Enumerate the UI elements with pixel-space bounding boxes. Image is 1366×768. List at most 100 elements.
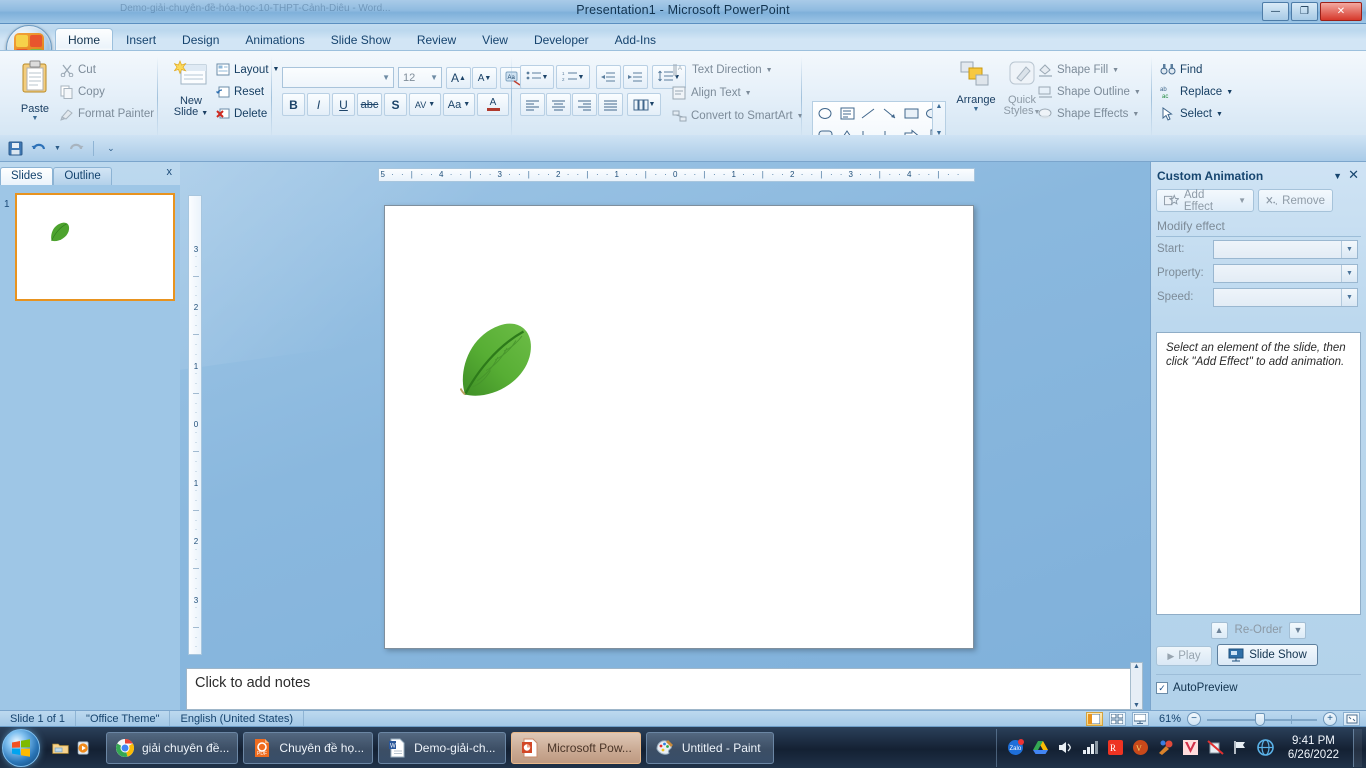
shape-arrow-icon[interactable] bbox=[881, 103, 901, 123]
unikey-icon[interactable]: V bbox=[1132, 739, 1149, 756]
slide-thumbnail-list[interactable]: 1 bbox=[0, 185, 180, 710]
google-drive-icon[interactable] bbox=[1032, 739, 1049, 756]
move-down-button[interactable]: ▼ bbox=[1289, 621, 1307, 639]
theme-name[interactable]: "Office Theme" bbox=[76, 710, 171, 727]
scroll-up-icon[interactable]: ▲ bbox=[936, 103, 943, 110]
increase-indent-button[interactable] bbox=[623, 65, 648, 89]
slide-editing-area[interactable] bbox=[180, 162, 1153, 710]
zalo-icon[interactable]: Zalo bbox=[1007, 739, 1024, 756]
save-button[interactable] bbox=[6, 139, 24, 157]
close-slides-pane-button[interactable]: x bbox=[167, 166, 173, 178]
tab-design[interactable]: Design bbox=[169, 28, 232, 50]
notes-placeholder[interactable]: Click to add notes bbox=[186, 668, 1141, 710]
play-button[interactable]: ▶ Play bbox=[1156, 646, 1212, 666]
tab-add-ins[interactable]: Add-Ins bbox=[602, 28, 669, 50]
align-center-button[interactable] bbox=[546, 93, 571, 116]
tab-slides[interactable]: Slides bbox=[0, 167, 54, 185]
columns-button[interactable]: ▼ bbox=[627, 93, 661, 116]
underline-button[interactable]: U bbox=[332, 93, 355, 116]
tab-outline[interactable]: Outline bbox=[53, 167, 112, 185]
flag-icon[interactable] bbox=[1232, 739, 1249, 756]
decrease-indent-button[interactable] bbox=[596, 65, 621, 89]
speed-chevron-down-icon[interactable]: ▼ bbox=[1341, 289, 1357, 306]
find-button[interactable]: Find bbox=[1160, 63, 1202, 77]
close-button[interactable]: ✕ bbox=[1320, 2, 1362, 21]
speed-dropdown[interactable]: ▼ bbox=[1213, 288, 1358, 307]
start-dropdown[interactable]: ▼ bbox=[1213, 240, 1358, 259]
fit-to-window-button[interactable] bbox=[1343, 711, 1360, 726]
align-text-button[interactable]: Align Text ▼ bbox=[672, 86, 752, 100]
undo-button[interactable] bbox=[30, 139, 48, 157]
language-status[interactable]: English (United States) bbox=[170, 710, 304, 727]
no-usb-icon[interactable] bbox=[1207, 739, 1224, 756]
align-right-button[interactable] bbox=[572, 93, 597, 116]
tab-home[interactable]: Home bbox=[55, 28, 114, 50]
autopreview-row[interactable]: ✓ AutoPreview bbox=[1156, 682, 1238, 694]
close-pane-icon[interactable]: ✕ bbox=[1348, 167, 1359, 183]
property-dropdown[interactable]: ▼ bbox=[1213, 264, 1358, 283]
reset-button[interactable]: Reset bbox=[216, 85, 264, 98]
bold-button[interactable]: B bbox=[282, 93, 305, 116]
shape-fill-button[interactable]: Shape Fill ▼ bbox=[1038, 63, 1119, 77]
normal-view-button[interactable] bbox=[1085, 711, 1103, 726]
copy-button[interactable]: Copy bbox=[60, 85, 105, 99]
text-shadow-button[interactable]: S bbox=[384, 93, 407, 116]
taskbar-item-word[interactable]: W Demo-giải-ch... bbox=[378, 731, 507, 764]
valorant-icon[interactable] bbox=[1182, 739, 1199, 756]
tab-slide-show[interactable]: Slide Show bbox=[318, 28, 404, 50]
align-left-button[interactable] bbox=[520, 93, 545, 116]
select-button[interactable]: Select ▼ bbox=[1160, 107, 1223, 121]
zoom-percent[interactable]: 61% bbox=[1159, 713, 1181, 725]
delete-slide-button[interactable]: Delete bbox=[216, 107, 267, 120]
remove-effect-button[interactable]: Remove bbox=[1258, 189, 1333, 212]
customize-qat-button[interactable]: ⌄ bbox=[102, 139, 120, 157]
slide-sorter-button[interactable] bbox=[1108, 711, 1126, 726]
explorer-icon[interactable] bbox=[52, 739, 69, 756]
cut-button[interactable]: Cut bbox=[60, 63, 96, 77]
slide-show-button[interactable]: Slide Show bbox=[1217, 644, 1318, 666]
change-case-button[interactable]: Aa ▼ bbox=[443, 93, 475, 116]
shape-oval-icon[interactable] bbox=[816, 103, 836, 123]
taskbar-item-chrome[interactable]: giải chuyên đề... bbox=[106, 731, 239, 764]
utility-icon[interactable] bbox=[1157, 739, 1174, 756]
show-desktop-button[interactable] bbox=[1353, 728, 1362, 767]
bullets-button[interactable]: ▼ bbox=[520, 65, 554, 89]
volume-icon[interactable] bbox=[1057, 739, 1074, 756]
slide-canvas[interactable] bbox=[384, 205, 974, 649]
character-spacing-button[interactable]: AV ▼ bbox=[409, 93, 441, 116]
shape-effects-button[interactable]: Shape Effects ▼ bbox=[1038, 107, 1139, 121]
thumbnail-item-1[interactable]: 1 bbox=[4, 193, 175, 301]
shrink-font-button[interactable]: A ▼ bbox=[472, 67, 497, 89]
browser-icon[interactable] bbox=[1257, 739, 1274, 756]
shape-textbox-icon[interactable] bbox=[838, 103, 858, 123]
start-button[interactable] bbox=[2, 728, 40, 767]
minimize-button[interactable]: — bbox=[1262, 2, 1289, 21]
shape-line-icon[interactable] bbox=[859, 103, 879, 123]
add-effect-button[interactable]: Add Effect ▼ bbox=[1156, 189, 1254, 213]
property-chevron-down-icon[interactable]: ▼ bbox=[1341, 265, 1357, 282]
format-painter-button[interactable]: Format Painter bbox=[60, 107, 154, 121]
pane-options-chevron-down-icon[interactable]: ▼ bbox=[1333, 171, 1342, 181]
tab-insert[interactable]: Insert bbox=[113, 28, 169, 50]
animation-list[interactable]: Select an element of the slide, then cli… bbox=[1156, 332, 1361, 615]
paste-button[interactable]: Paste ▼ bbox=[8, 59, 62, 122]
convert-to-smartart-button[interactable]: Convert to SmartArt▼ bbox=[672, 109, 804, 123]
autopreview-checkbox[interactable]: ✓ bbox=[1156, 682, 1168, 694]
thumbnail-slide-1[interactable] bbox=[15, 193, 175, 301]
tab-review[interactable]: Review bbox=[404, 28, 469, 50]
text-direction-button[interactable]: A Text Direction ▼ bbox=[672, 63, 773, 77]
zoom-slider-handle[interactable] bbox=[1255, 712, 1265, 726]
media-player-icon[interactable] bbox=[75, 739, 92, 756]
undo-chevron-down-icon[interactable]: ▼ bbox=[54, 145, 61, 152]
strikethrough-button[interactable]: abc bbox=[357, 93, 382, 116]
taskbar-item-powerpoint[interactable]: Microsoft Pow... bbox=[511, 731, 641, 764]
avira-icon[interactable]: R bbox=[1107, 739, 1124, 756]
justify-button[interactable] bbox=[598, 93, 623, 116]
shape-outline-button[interactable]: Shape Outline ▼ bbox=[1038, 85, 1141, 99]
grow-font-button[interactable]: A ▲ bbox=[446, 67, 471, 89]
maximize-button[interactable]: ❐ bbox=[1291, 2, 1318, 21]
network-icon[interactable] bbox=[1082, 739, 1099, 756]
notes-scroll-down-icon[interactable]: ▼ bbox=[1133, 702, 1140, 709]
tab-animations[interactable]: Animations bbox=[232, 28, 317, 50]
notes-scrollbar[interactable]: ▲ ▼ bbox=[1130, 662, 1143, 710]
